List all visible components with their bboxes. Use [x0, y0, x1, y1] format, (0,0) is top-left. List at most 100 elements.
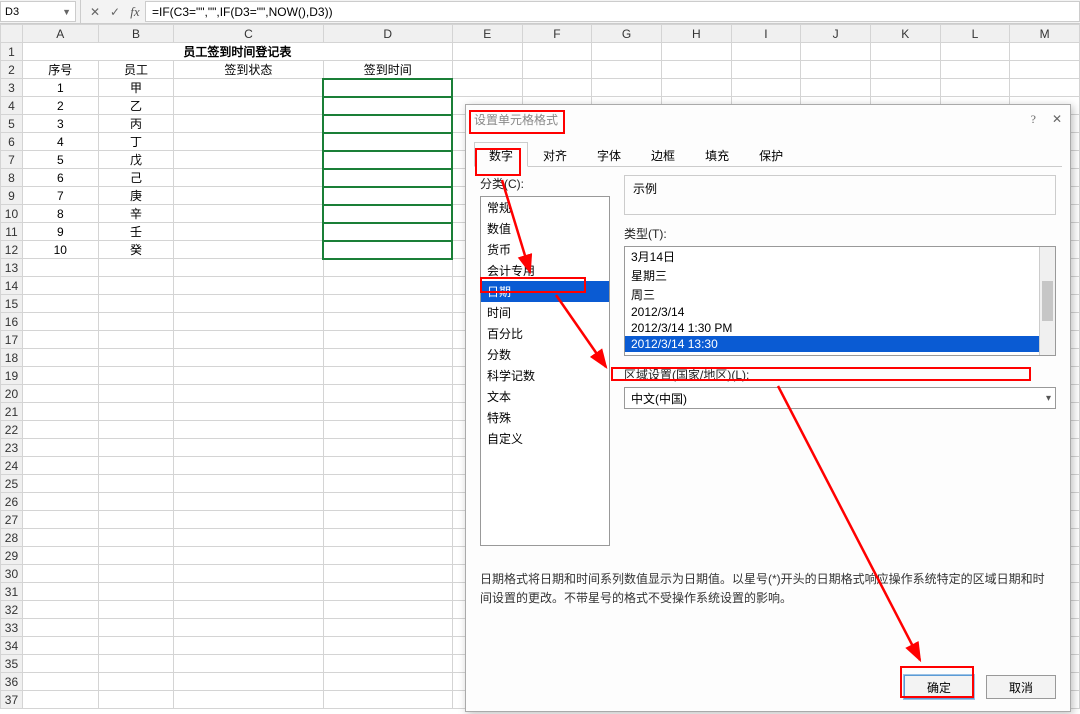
row-header[interactable]: 5: [1, 115, 23, 133]
cell[interactable]: [22, 691, 98, 709]
cancel-button[interactable]: 取消: [986, 675, 1056, 699]
cell[interactable]: [174, 583, 323, 601]
cell[interactable]: [323, 547, 452, 565]
row-header[interactable]: 20: [1, 385, 23, 403]
cell[interactable]: [98, 655, 174, 673]
cell[interactable]: [592, 43, 662, 61]
row-header[interactable]: 25: [1, 475, 23, 493]
row-header[interactable]: 7: [1, 151, 23, 169]
row-header[interactable]: 1: [1, 43, 23, 61]
cell[interactable]: [323, 277, 452, 295]
cell[interactable]: [22, 313, 98, 331]
category-listbox[interactable]: 常规数值货币会计专用日期时间百分比分数科学记数文本特殊自定义: [480, 196, 610, 546]
cell[interactable]: [174, 565, 323, 583]
row-header[interactable]: 23: [1, 439, 23, 457]
cell[interactable]: 乙: [98, 97, 174, 115]
cell[interactable]: [22, 277, 98, 295]
cell[interactable]: [801, 43, 871, 61]
column-header[interactable]: G: [592, 25, 662, 43]
cell[interactable]: [323, 403, 452, 421]
column-header[interactable]: M: [1010, 25, 1080, 43]
cell[interactable]: [323, 565, 452, 583]
cell[interactable]: [174, 115, 323, 133]
column-header[interactable]: C: [174, 25, 323, 43]
tab-5[interactable]: 保护: [744, 142, 798, 167]
cell[interactable]: [870, 61, 940, 79]
cell[interactable]: [323, 295, 452, 313]
row-header[interactable]: 13: [1, 259, 23, 277]
cell[interactable]: [22, 673, 98, 691]
cell[interactable]: [452, 43, 522, 61]
row-header[interactable]: 18: [1, 349, 23, 367]
cell[interactable]: [174, 277, 323, 295]
cell[interactable]: 甲: [98, 79, 174, 97]
row-header[interactable]: 31: [1, 583, 23, 601]
cell[interactable]: 8: [22, 205, 98, 223]
column-header[interactable]: E: [452, 25, 522, 43]
cell[interactable]: [323, 583, 452, 601]
cell[interactable]: [98, 619, 174, 637]
cell[interactable]: [98, 673, 174, 691]
cell[interactable]: [22, 331, 98, 349]
cell[interactable]: [22, 547, 98, 565]
cell[interactable]: [731, 61, 801, 79]
cell[interactable]: [522, 79, 592, 97]
cell[interactable]: 1: [22, 79, 98, 97]
category-item[interactable]: 常规: [481, 197, 609, 218]
cell[interactable]: 序号: [22, 61, 98, 79]
cell[interactable]: [661, 43, 731, 61]
category-item[interactable]: 自定义: [481, 428, 609, 449]
cell[interactable]: [323, 97, 452, 115]
cell[interactable]: [98, 385, 174, 403]
cell[interactable]: [870, 79, 940, 97]
cell[interactable]: [174, 295, 323, 313]
column-header[interactable]: F: [522, 25, 592, 43]
cell[interactable]: [174, 223, 323, 241]
cell[interactable]: [98, 529, 174, 547]
cell[interactable]: [98, 457, 174, 475]
column-header[interactable]: D: [323, 25, 452, 43]
category-item[interactable]: 百分比: [481, 323, 609, 344]
cell[interactable]: 丙: [98, 115, 174, 133]
tab-4[interactable]: 填充: [690, 142, 744, 167]
cell[interactable]: [452, 61, 522, 79]
cell[interactable]: [323, 313, 452, 331]
cell[interactable]: [940, 79, 1010, 97]
cell[interactable]: [98, 637, 174, 655]
cell[interactable]: [98, 439, 174, 457]
cell[interactable]: [323, 133, 452, 151]
cell[interactable]: [940, 43, 1010, 61]
cell[interactable]: [98, 475, 174, 493]
accept-formula-icon[interactable]: ✓: [105, 5, 125, 19]
cell[interactable]: [174, 385, 323, 403]
cell[interactable]: [98, 349, 174, 367]
row-header[interactable]: 35: [1, 655, 23, 673]
cell[interactable]: [323, 421, 452, 439]
name-box[interactable]: D3 ▼: [0, 1, 76, 22]
cell[interactable]: [22, 457, 98, 475]
dialog-titlebar[interactable]: 设置单元格格式 ? ✕: [466, 105, 1070, 133]
cell[interactable]: [323, 601, 452, 619]
cell[interactable]: [98, 277, 174, 295]
cell[interactable]: [1010, 79, 1080, 97]
cell[interactable]: [174, 511, 323, 529]
cell[interactable]: [22, 583, 98, 601]
cell[interactable]: 员工签到时间登记表: [22, 43, 452, 61]
cell[interactable]: [22, 475, 98, 493]
cell[interactable]: [98, 313, 174, 331]
cell[interactable]: [323, 493, 452, 511]
cell[interactable]: [731, 79, 801, 97]
tab-2[interactable]: 字体: [582, 142, 636, 167]
column-header[interactable]: I: [731, 25, 801, 43]
cell[interactable]: [98, 331, 174, 349]
tab-3[interactable]: 边框: [636, 142, 690, 167]
cell[interactable]: [323, 115, 452, 133]
cell[interactable]: [98, 511, 174, 529]
cell[interactable]: [323, 331, 452, 349]
cell[interactable]: [22, 349, 98, 367]
cell[interactable]: [98, 547, 174, 565]
cell[interactable]: [98, 259, 174, 277]
cell[interactable]: [174, 367, 323, 385]
cell[interactable]: [174, 259, 323, 277]
cell[interactable]: [323, 475, 452, 493]
